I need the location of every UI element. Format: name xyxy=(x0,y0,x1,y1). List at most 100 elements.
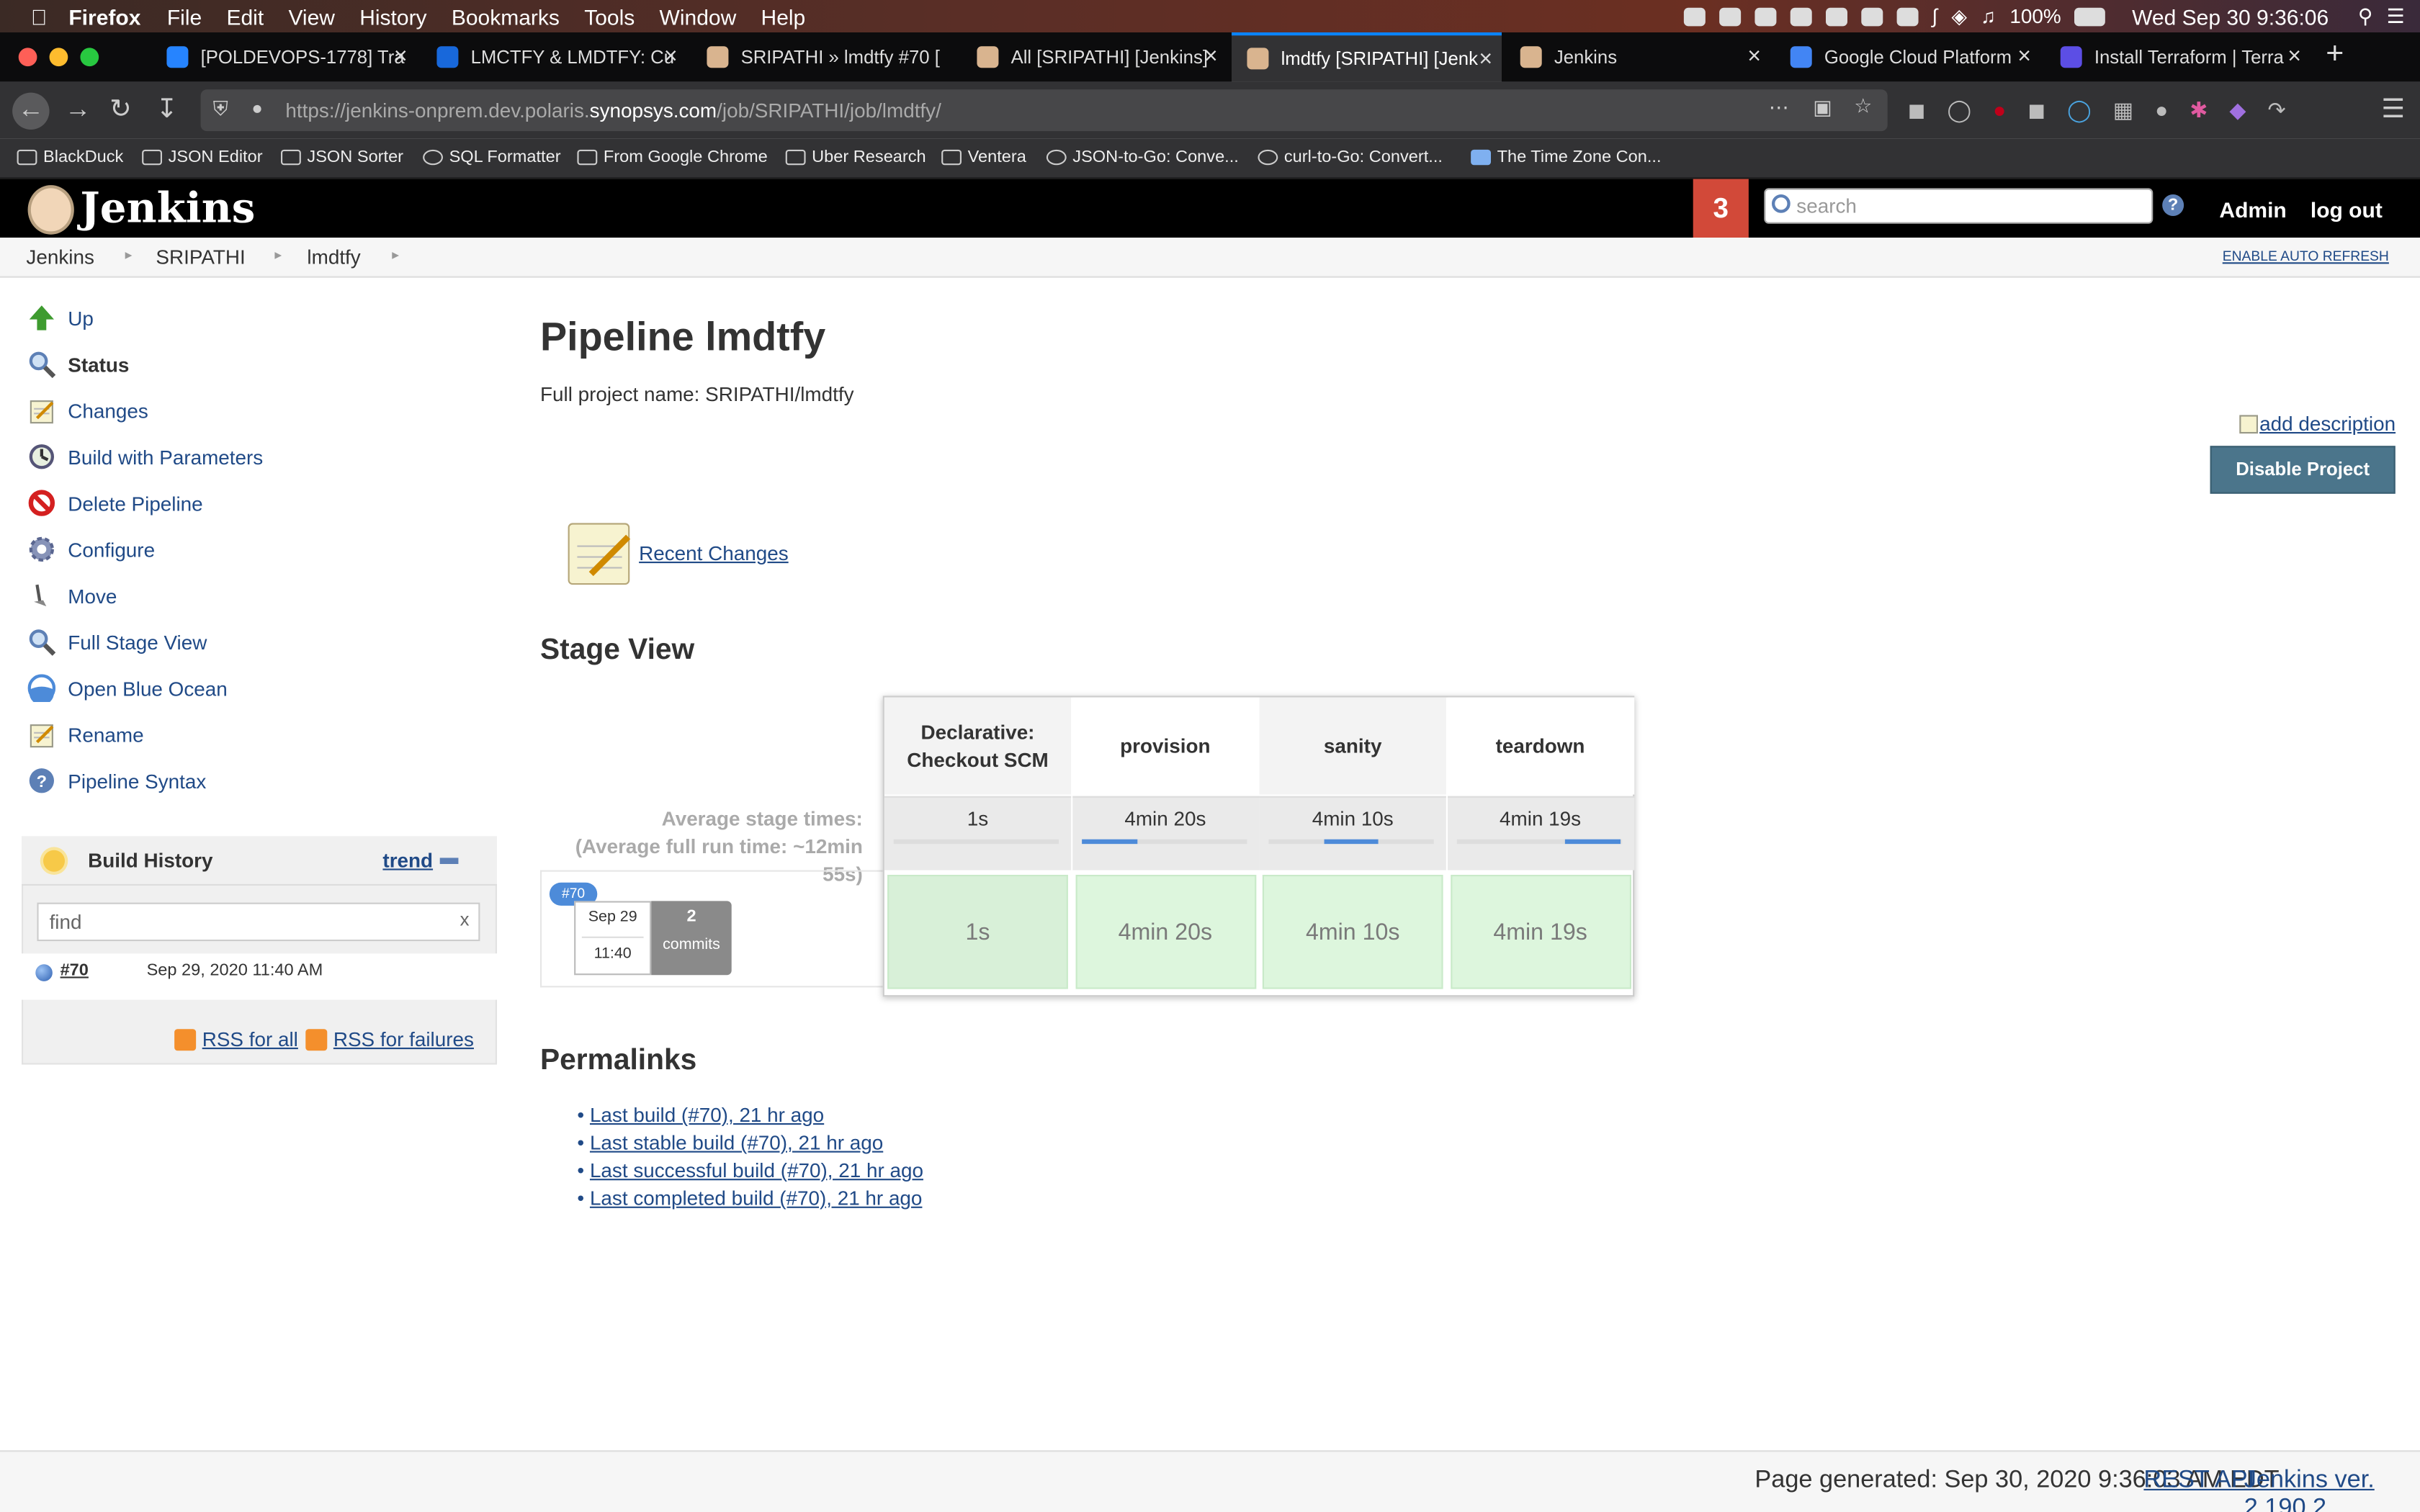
extension-icon[interactable]: ◼ xyxy=(1908,97,1926,123)
extension-icon[interactable]: ▦ xyxy=(2113,97,2133,123)
apple-icon[interactable]:  xyxy=(31,4,48,28)
task-delete-pipeline[interactable]: Delete Pipeline xyxy=(28,485,203,521)
close-tab-icon[interactable]: × xyxy=(394,43,408,69)
task-up[interactable]: Up xyxy=(28,300,94,336)
monitor-badge[interactable]: 3 xyxy=(1693,179,1749,238)
shield-icon[interactable]: ⛨ xyxy=(213,97,228,122)
logout-link[interactable]: log out xyxy=(2311,197,2383,222)
minimize-window-button[interactable] xyxy=(49,48,68,67)
search-help-icon[interactable]: ? xyxy=(2162,194,2184,216)
permalink-last-stable-build[interactable]: • Last stable build (#70), 21 hr ago xyxy=(577,1131,883,1154)
bluetooth-icon[interactable]: ∫ xyxy=(1932,4,1938,27)
status-app-icon[interactable] xyxy=(1718,6,1741,26)
menu-view[interactable]: View xyxy=(288,4,334,28)
status-app-icon[interactable] xyxy=(1825,6,1847,26)
bookmark-folder[interactable]: From Google Chrome xyxy=(577,148,768,166)
rest-api-link[interactable]: REST API xyxy=(2143,1467,2254,1495)
build-filter-input[interactable]: find xyxy=(37,902,480,942)
volume-icon[interactable]: ♫ xyxy=(1981,4,1996,27)
breadcrumb-jenkins[interactable]: Jenkins xyxy=(26,246,94,269)
jenkins-butler-logo[interactable] xyxy=(27,185,74,235)
commits-badge[interactable]: 2 commits xyxy=(651,901,732,976)
spotlight-icon[interactable]: ⚲ xyxy=(2358,4,2372,28)
close-tab-icon[interactable]: × xyxy=(2017,43,2031,69)
task-status[interactable]: Status xyxy=(28,346,129,382)
rss-all-link[interactable]: RSS for all xyxy=(202,1027,298,1050)
browser-tab[interactable]: Jenkins × xyxy=(1505,32,1770,82)
bookmark-item[interactable]: JSON Editor xyxy=(142,148,263,166)
build-date-link[interactable]: Sep 29, 2020 11:40 AM xyxy=(147,961,323,980)
back-button[interactable]: ← xyxy=(12,92,50,130)
extension-icon[interactable]: ● xyxy=(2155,97,2168,123)
page-actions-icon[interactable]: ⋯ xyxy=(1769,96,1789,120)
permalink-last-successful-build[interactable]: • Last successful build (#70), 21 hr ago xyxy=(577,1158,923,1182)
extension-icon[interactable]: ↷ xyxy=(2267,97,2285,123)
task-build-with-parameters[interactable]: Build with Parameters xyxy=(28,438,263,475)
browser-tab[interactable]: SRIPATHI » lmdtfy #70 [ xyxy=(691,32,957,82)
extension-icon[interactable]: ◆ xyxy=(2229,97,2246,123)
extension-icon[interactable]: ✱ xyxy=(2190,97,2208,123)
status-app-icon[interactable] xyxy=(1860,6,1883,26)
browser-tab[interactable]: Install Terraform | Terra × xyxy=(2045,32,2311,82)
menu-file[interactable]: File xyxy=(167,4,202,28)
task-move[interactable]: Move xyxy=(28,577,117,613)
task-full-stage-view[interactable]: Full Stage View xyxy=(28,624,207,660)
lock-icon[interactable]: ● xyxy=(251,97,263,119)
jenkins-version-link[interactable]: Jenkins ver. 2.190.2 xyxy=(2244,1467,2420,1512)
task-pipeline-syntax[interactable]: ? Pipeline Syntax xyxy=(28,762,206,799)
close-tab-icon[interactable]: × xyxy=(1479,46,1492,72)
reload-button[interactable]: ↻ xyxy=(109,94,132,125)
status-app-icon[interactable] xyxy=(1754,6,1777,26)
browser-tab-active[interactable]: lmdtfy [SRIPATHI] [Jenk × xyxy=(1232,32,1502,82)
bookmark-folder[interactable]: Ventera xyxy=(941,148,1026,166)
chevron-right-icon[interactable]: ▸ xyxy=(274,247,282,264)
status-app-icon[interactable] xyxy=(1896,6,1919,26)
menu-firefox[interactable]: Firefox xyxy=(68,4,140,28)
url-bar[interactable]: ⛨ ● https://jenkins-onprem.dev.polaris. s… xyxy=(200,89,1888,132)
clear-filter-icon[interactable]: x xyxy=(460,909,470,930)
extension-icon[interactable]: ◯ xyxy=(2067,97,2092,123)
stage-run-cell[interactable]: 4min 10s xyxy=(1262,875,1443,989)
user-link[interactable]: Admin xyxy=(2219,197,2286,222)
chevron-right-icon[interactable]: ▸ xyxy=(125,247,133,264)
bookmark-item[interactable]: SQL Formatter xyxy=(423,148,561,166)
menu-history[interactable]: History xyxy=(359,4,426,28)
pocket-icon[interactable]: ▣ xyxy=(1813,96,1832,120)
add-description-link[interactable]: add description xyxy=(2259,412,2396,435)
rss-icon[interactable] xyxy=(174,1029,197,1051)
trend-link[interactable]: trend xyxy=(382,849,433,872)
menu-edit[interactable]: Edit xyxy=(226,4,264,28)
clock[interactable]: Wed Sep 30 9:36:06 xyxy=(2132,4,2329,28)
hamburger-menu-icon[interactable]: ☰ xyxy=(2381,94,2405,125)
rss-failures-link[interactable]: RSS for failures xyxy=(333,1027,474,1050)
breadcrumb-job[interactable]: lmdtfy xyxy=(307,246,360,269)
browser-tab[interactable]: All [SRIPATHI] [Jenkins] × xyxy=(962,32,1227,82)
bookmark-item[interactable]: curl-to-Go: Convert... xyxy=(1258,148,1443,166)
breadcrumb-folder[interactable]: SRIPATHI xyxy=(156,246,245,269)
notepad-icon[interactable] xyxy=(568,523,631,585)
permalink-last-completed-build[interactable]: • Last completed build (#70), 21 hr ago xyxy=(577,1187,922,1210)
wifi-icon[interactable]: ◈ xyxy=(1951,4,1966,28)
jenkins-logo[interactable]: Jenkins xyxy=(80,185,255,233)
task-configure[interactable]: Configure xyxy=(28,531,155,567)
collapse-icon[interactable] xyxy=(439,858,459,864)
menu-help[interactable]: Help xyxy=(761,4,806,28)
task-open-blue-ocean[interactable]: Open Blue Ocean xyxy=(27,670,228,706)
close-tab-icon[interactable]: × xyxy=(1204,43,1218,69)
ublock-icon[interactable]: ● xyxy=(1993,97,2006,123)
browser-tab[interactable]: LMCTFY & LMDTFY: Cu × xyxy=(421,32,687,82)
bookmark-item[interactable]: The Time Zone Con... xyxy=(1471,148,1662,166)
task-changes[interactable]: Changes xyxy=(28,392,148,428)
disable-project-button[interactable]: Disable Project xyxy=(2210,446,2396,494)
cloud-icon[interactable] xyxy=(1790,6,1812,26)
task-rename[interactable]: Rename xyxy=(28,716,144,752)
new-tab-button[interactable]: + xyxy=(2326,37,2344,72)
close-tab-icon[interactable]: × xyxy=(2287,43,2301,69)
browser-tab[interactable]: [POLDEVOPS-1778] Tra × xyxy=(151,32,417,82)
browser-tab[interactable]: Google Cloud Platform × xyxy=(1775,32,2040,82)
extension-icon[interactable]: ◯ xyxy=(1947,97,1971,123)
chevron-right-icon[interactable]: ▸ xyxy=(392,247,399,264)
status-app-icon[interactable] xyxy=(1683,6,1706,26)
bookmark-item[interactable]: JSON-to-Go: Conve... xyxy=(1046,148,1239,166)
stage-run-cell[interactable]: 4min 19s xyxy=(1450,875,1631,989)
